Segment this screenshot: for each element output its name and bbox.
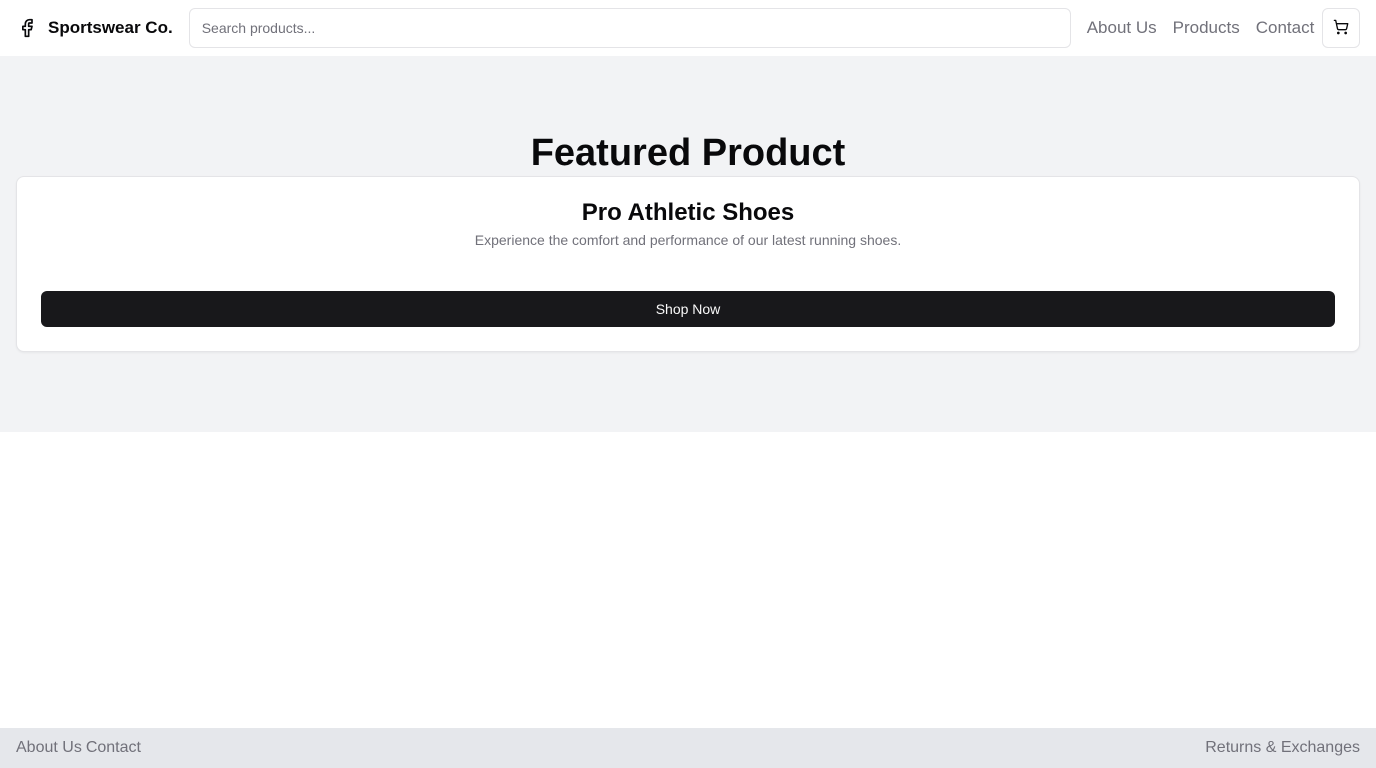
search-input[interactable] (188, 8, 1071, 48)
hero-title: Featured Product (530, 132, 846, 174)
brand[interactable]: Sportswear Co. (16, 17, 173, 39)
footer-link-contact[interactable]: Contact (86, 739, 141, 757)
header: Sportswear Co. About Us Products Contact (0, 0, 1376, 56)
facebook-f-icon (16, 17, 38, 39)
nav-link-contact[interactable]: Contact (1256, 18, 1315, 38)
product-name: Pro Athletic Shoes (581, 199, 795, 226)
cart-icon (1333, 19, 1349, 38)
brand-name: Sportswear Co. (48, 18, 173, 37)
nav-link-products[interactable]: Products (1173, 18, 1240, 38)
featured-product-card: Pro Athletic Shoes Experience the comfor… (16, 176, 1360, 352)
footer: About Us Contact Returns & Exchanges (0, 728, 1376, 768)
footer-link-about-us[interactable]: About Us (16, 739, 82, 757)
cart-button[interactable] (1322, 8, 1360, 48)
hero-section: Featured Product Pro Athletic Shoes Expe… (0, 56, 1376, 432)
shop-now-button[interactable]: Shop Now (41, 291, 1335, 327)
footer-links: About Us Contact (16, 739, 141, 757)
product-description: Experience the comfort and performance o… (474, 232, 902, 248)
footer-link-returns-exchanges[interactable]: Returns & Exchanges (1205, 739, 1360, 757)
page: Sportswear Co. About Us Products Contact… (0, 0, 1376, 768)
nav-link-about-us[interactable]: About Us (1087, 18, 1157, 38)
main-nav: About Us Products Contact (1087, 18, 1315, 38)
